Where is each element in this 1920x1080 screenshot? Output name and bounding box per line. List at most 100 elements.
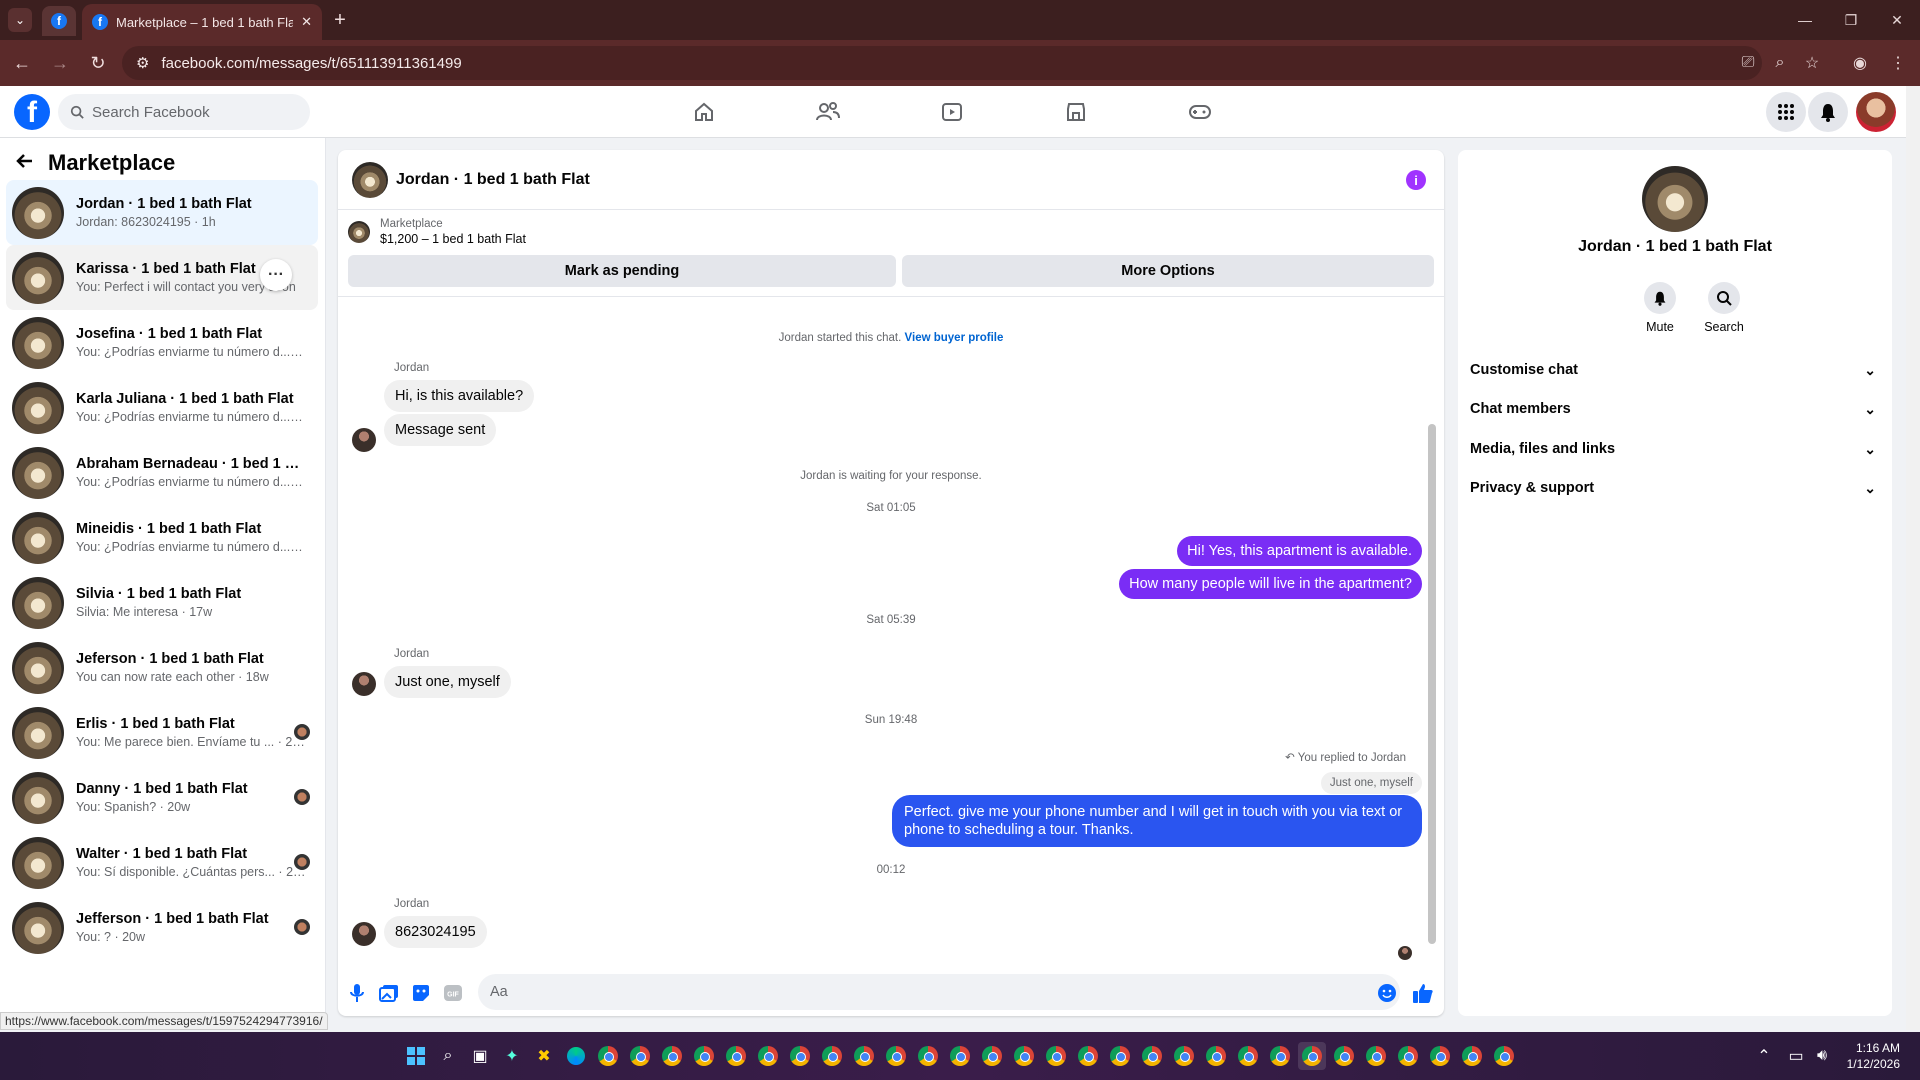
chrome-icon[interactable]	[1330, 1042, 1358, 1070]
new-tab-button[interactable]: +	[328, 8, 352, 32]
profile-icon[interactable]: ◉	[1844, 47, 1876, 79]
active-tab[interactable]: f Marketplace – 1 bed 1 bath Flat ✕	[82, 4, 322, 40]
menu-grid-icon[interactable]	[1766, 92, 1806, 132]
zoom-icon[interactable]: ⌕	[1764, 47, 1796, 79]
search-chat-button[interactable]: Search	[1694, 282, 1754, 334]
quoted-message[interactable]: Just one, myself	[1320, 772, 1422, 794]
windows-start-icon[interactable]	[402, 1042, 430, 1070]
view-buyer-profile-link[interactable]: View buyer profile	[905, 332, 1004, 344]
media-files-links-section[interactable]: Media, files and links ⌄	[1470, 429, 1882, 469]
chrome-icon[interactable]	[1490, 1042, 1518, 1070]
list-item[interactable]: Jeferson · 1 bed 1 bath Flat You can now …	[6, 635, 318, 700]
contact-avatar[interactable]	[1642, 166, 1708, 232]
chrome-icon[interactable]	[1106, 1042, 1134, 1070]
thumbs-up-icon[interactable]	[1412, 982, 1434, 1004]
chrome-icon[interactable]	[722, 1042, 750, 1070]
tab-search-button[interactable]: ⌄	[8, 8, 32, 32]
sender-avatar[interactable]	[352, 922, 376, 946]
list-item[interactable]: Jefferson · 1 bed 1 bath Flat You: ? · 20…	[6, 895, 318, 960]
outgoing-message[interactable]: How many people will live in the apartme…	[1119, 569, 1422, 599]
friends-icon[interactable]	[808, 92, 848, 132]
reload-button[interactable]: ↻	[82, 47, 114, 79]
chrome-icon[interactable]	[1394, 1042, 1422, 1070]
chrome-icon-active[interactable]	[1298, 1042, 1326, 1070]
chrome-icon[interactable]	[882, 1042, 910, 1070]
incoming-message[interactable]: 8623024195	[384, 916, 487, 948]
list-item[interactable]: Josefina · 1 bed 1 bath Flat You: ¿Podría…	[6, 310, 318, 375]
chrome-icon[interactable]	[690, 1042, 718, 1070]
chrome-icon[interactable]	[1170, 1042, 1198, 1070]
back-arrow-icon[interactable]	[16, 150, 34, 176]
chat-avatar[interactable]	[352, 161, 388, 198]
chrome-icon[interactable]	[978, 1042, 1006, 1070]
network-icon[interactable]: ▭	[1782, 1042, 1810, 1070]
tray-chevron-icon[interactable]: ⌃	[1750, 1042, 1778, 1070]
list-item[interactable]: Jordan · 1 bed 1 bath Flat Jordan: 862302…	[6, 180, 318, 245]
chrome-icon[interactable]	[1266, 1042, 1294, 1070]
chrome-icon[interactable]	[594, 1042, 622, 1070]
list-item[interactable]: Karla Juliana · 1 bed 1 bath Flat You: ¿P…	[6, 375, 318, 440]
sender-avatar[interactable]	[352, 672, 376, 696]
list-item[interactable]: Silvia · 1 bed 1 bath Flat Silvia: Me int…	[6, 570, 318, 635]
volume-icon[interactable]: 🔊︎	[1808, 1042, 1836, 1070]
edge-icon[interactable]	[562, 1042, 590, 1070]
mark-as-pending-button[interactable]: Mark as pending	[348, 255, 896, 287]
outgoing-message[interactable]: Perfect. give me your phone number and I…	[892, 795, 1422, 847]
video-icon[interactable]	[932, 92, 972, 132]
notifications-bell-icon[interactable]	[1808, 92, 1848, 132]
restore-button[interactable]: ❐	[1828, 0, 1874, 40]
system-clock[interactable]: 1:16 AM 1/12/2026	[1847, 1040, 1900, 1072]
address-bar[interactable]: ⚙ facebook.com/messages/t/65111391136149…	[122, 46, 1762, 80]
listing-summary[interactable]: Marketplace $1,200 – 1 bed 1 bath Flat	[348, 218, 526, 246]
chrome-icon[interactable]	[754, 1042, 782, 1070]
marketplace-icon[interactable]	[1056, 92, 1096, 132]
gaming-icon[interactable]	[1180, 92, 1220, 132]
emoji-icon[interactable]	[1376, 982, 1398, 1004]
bookmark-star-icon[interactable]: ☆	[1796, 47, 1828, 79]
taskbar-search-icon[interactable]: ⌕	[434, 1042, 462, 1070]
outgoing-message[interactable]: Hi! Yes, this apartment is available.	[1177, 536, 1422, 566]
customise-chat-section[interactable]: Customise chat ⌄	[1470, 350, 1882, 390]
close-window-button[interactable]: ✕	[1874, 0, 1920, 40]
chrome-icon[interactable]	[1362, 1042, 1390, 1070]
chrome-icon[interactable]	[658, 1042, 686, 1070]
chrome-icon[interactable]	[914, 1042, 942, 1070]
sticker-icon[interactable]	[410, 982, 432, 1004]
app-icon[interactable]: ✖	[530, 1042, 558, 1070]
chrome-icon[interactable]	[850, 1042, 878, 1070]
microphone-icon[interactable]	[346, 982, 368, 1004]
chrome-icon[interactable]	[1010, 1042, 1038, 1070]
message-input[interactable]: Aa	[478, 974, 1400, 1010]
close-tab-icon[interactable]: ✕	[301, 14, 312, 30]
info-icon[interactable]: i	[1406, 170, 1426, 190]
chrome-icon[interactable]	[1042, 1042, 1070, 1070]
more-options-button[interactable]: More Options	[902, 255, 1434, 287]
facebook-logo-icon[interactable]: f	[14, 94, 50, 130]
chrome-icon[interactable]	[1202, 1042, 1230, 1070]
chrome-icon[interactable]	[818, 1042, 846, 1070]
pinned-tab[interactable]: f	[42, 6, 76, 36]
incoming-message[interactable]: Hi, is this available?	[384, 380, 535, 412]
sender-avatar[interactable]	[352, 428, 376, 452]
minimize-button[interactable]: —	[1782, 0, 1828, 40]
install-app-icon[interactable]: ⎚	[1732, 47, 1764, 79]
chrome-icon[interactable]	[626, 1042, 654, 1070]
chat-title[interactable]: Jordan · 1 bed 1 bath Flat	[396, 171, 590, 189]
gif-icon[interactable]: GIF	[442, 982, 464, 1004]
site-info-icon[interactable]: ⚙	[136, 54, 149, 72]
forward-button[interactable]: →	[44, 47, 76, 79]
privacy-support-section[interactable]: Privacy & support ⌄	[1470, 468, 1882, 508]
chrome-icon[interactable]	[1138, 1042, 1166, 1070]
list-item[interactable]: Erlis · 1 bed 1 bath Flat You: Me parece …	[6, 700, 318, 765]
page-scrollbar[interactable]	[1906, 86, 1920, 1030]
facebook-search-input[interactable]: Search Facebook	[58, 94, 310, 130]
task-view-icon[interactable]: ▣	[466, 1042, 494, 1070]
home-icon[interactable]	[684, 92, 724, 132]
chrome-icon[interactable]	[1074, 1042, 1102, 1070]
widgets-icon[interactable]: ✦	[498, 1042, 526, 1070]
chat-scrollbar[interactable]	[1428, 302, 1436, 952]
chrome-icon[interactable]	[1458, 1042, 1486, 1070]
back-button[interactable]: ←	[6, 47, 38, 79]
list-item[interactable]: Mineidis · 1 bed 1 bath Flat You: ¿Podría…	[6, 505, 318, 570]
incoming-message[interactable]: Just one, myself	[384, 666, 511, 698]
